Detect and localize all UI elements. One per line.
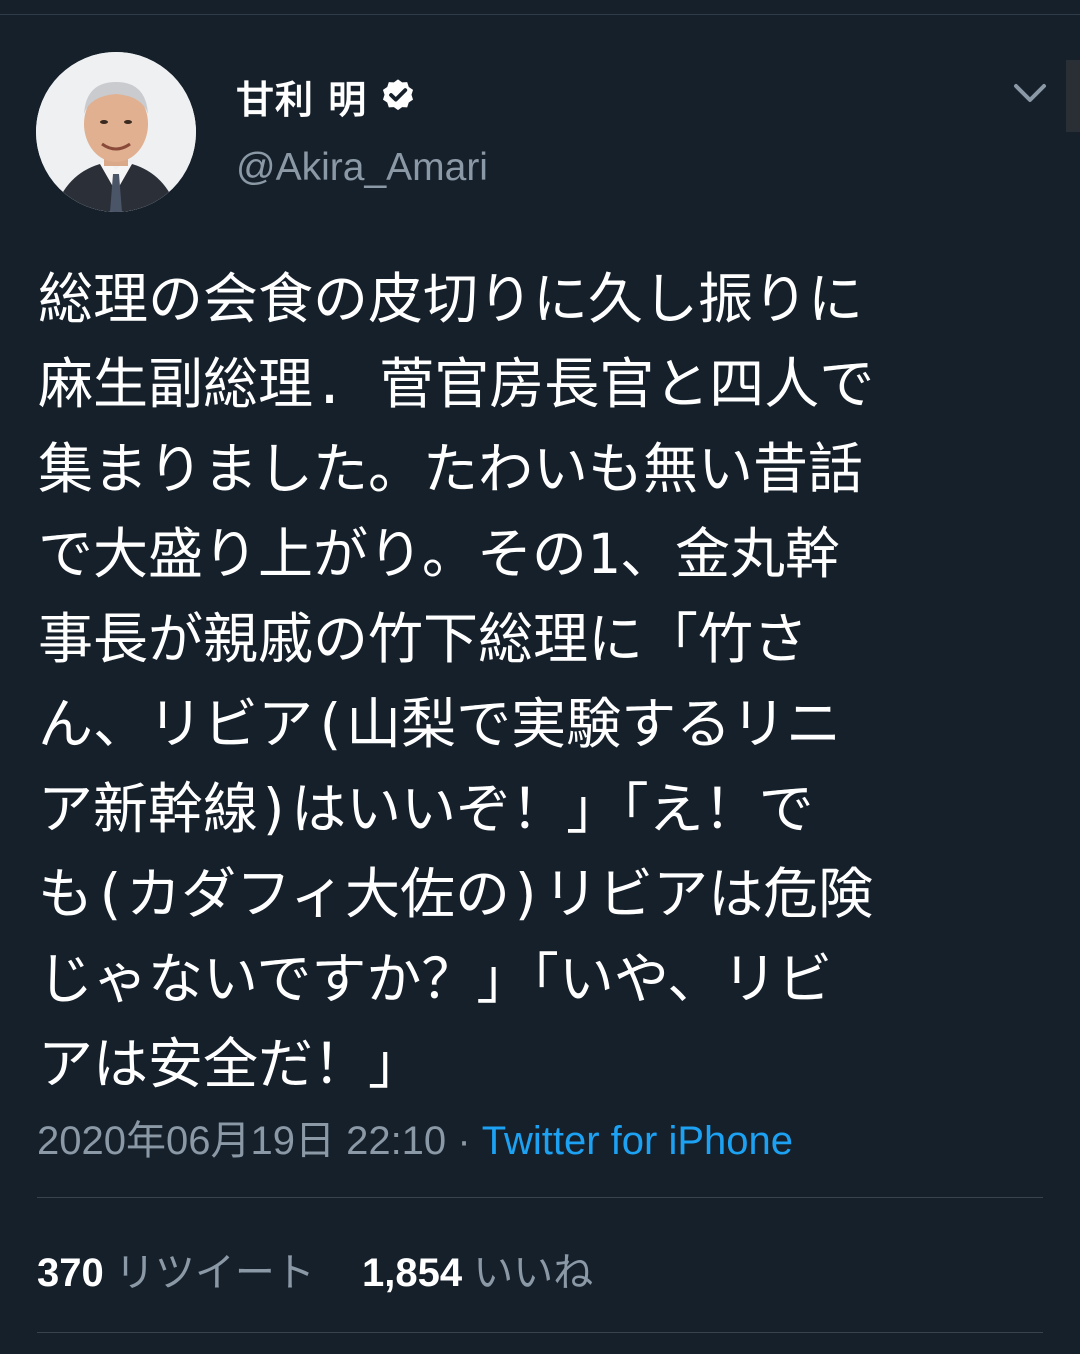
- profile-photo: [36, 52, 196, 212]
- source-link[interactable]: Twitter for iPhone: [482, 1119, 793, 1163]
- user-handle[interactable]: @Akira_Amari: [236, 146, 488, 190]
- divider: [37, 1332, 1043, 1333]
- divider: [37, 1197, 1043, 1198]
- tweet-stats: 370 リツイート 1,854 いいね: [37, 1240, 593, 1298]
- avatar[interactable]: [36, 52, 196, 212]
- author-name-row: 甘利 明: [236, 70, 417, 122]
- display-name[interactable]: 甘利 明: [236, 69, 367, 124]
- retweets-label: リツイート: [114, 1251, 315, 1295]
- timestamp[interactable]: 2020年06月19日 22:10: [37, 1119, 446, 1163]
- tweet-meta: 2020年06月19日 22:10 · Twitter for iPhone: [37, 1108, 793, 1166]
- verified-badge-icon: [379, 77, 417, 115]
- retweets-count: 370: [37, 1251, 104, 1295]
- likes-stat[interactable]: 1,854 いいね: [362, 1240, 593, 1298]
- likes-label: いいね: [473, 1251, 594, 1295]
- top-divider: [0, 14, 1080, 15]
- chevron-down-icon[interactable]: [1008, 76, 1052, 112]
- tweet-text: 総理の会食の皮切りに久し振りに 麻生副総理. 菅官房長官と四人で 集まりました。…: [38, 267, 875, 1096]
- meta-separator: ·: [457, 1119, 471, 1163]
- retweets-stat[interactable]: 370 リツイート: [37, 1240, 315, 1298]
- likes-count: 1,854: [362, 1251, 463, 1295]
- edge-strip: [1066, 60, 1080, 132]
